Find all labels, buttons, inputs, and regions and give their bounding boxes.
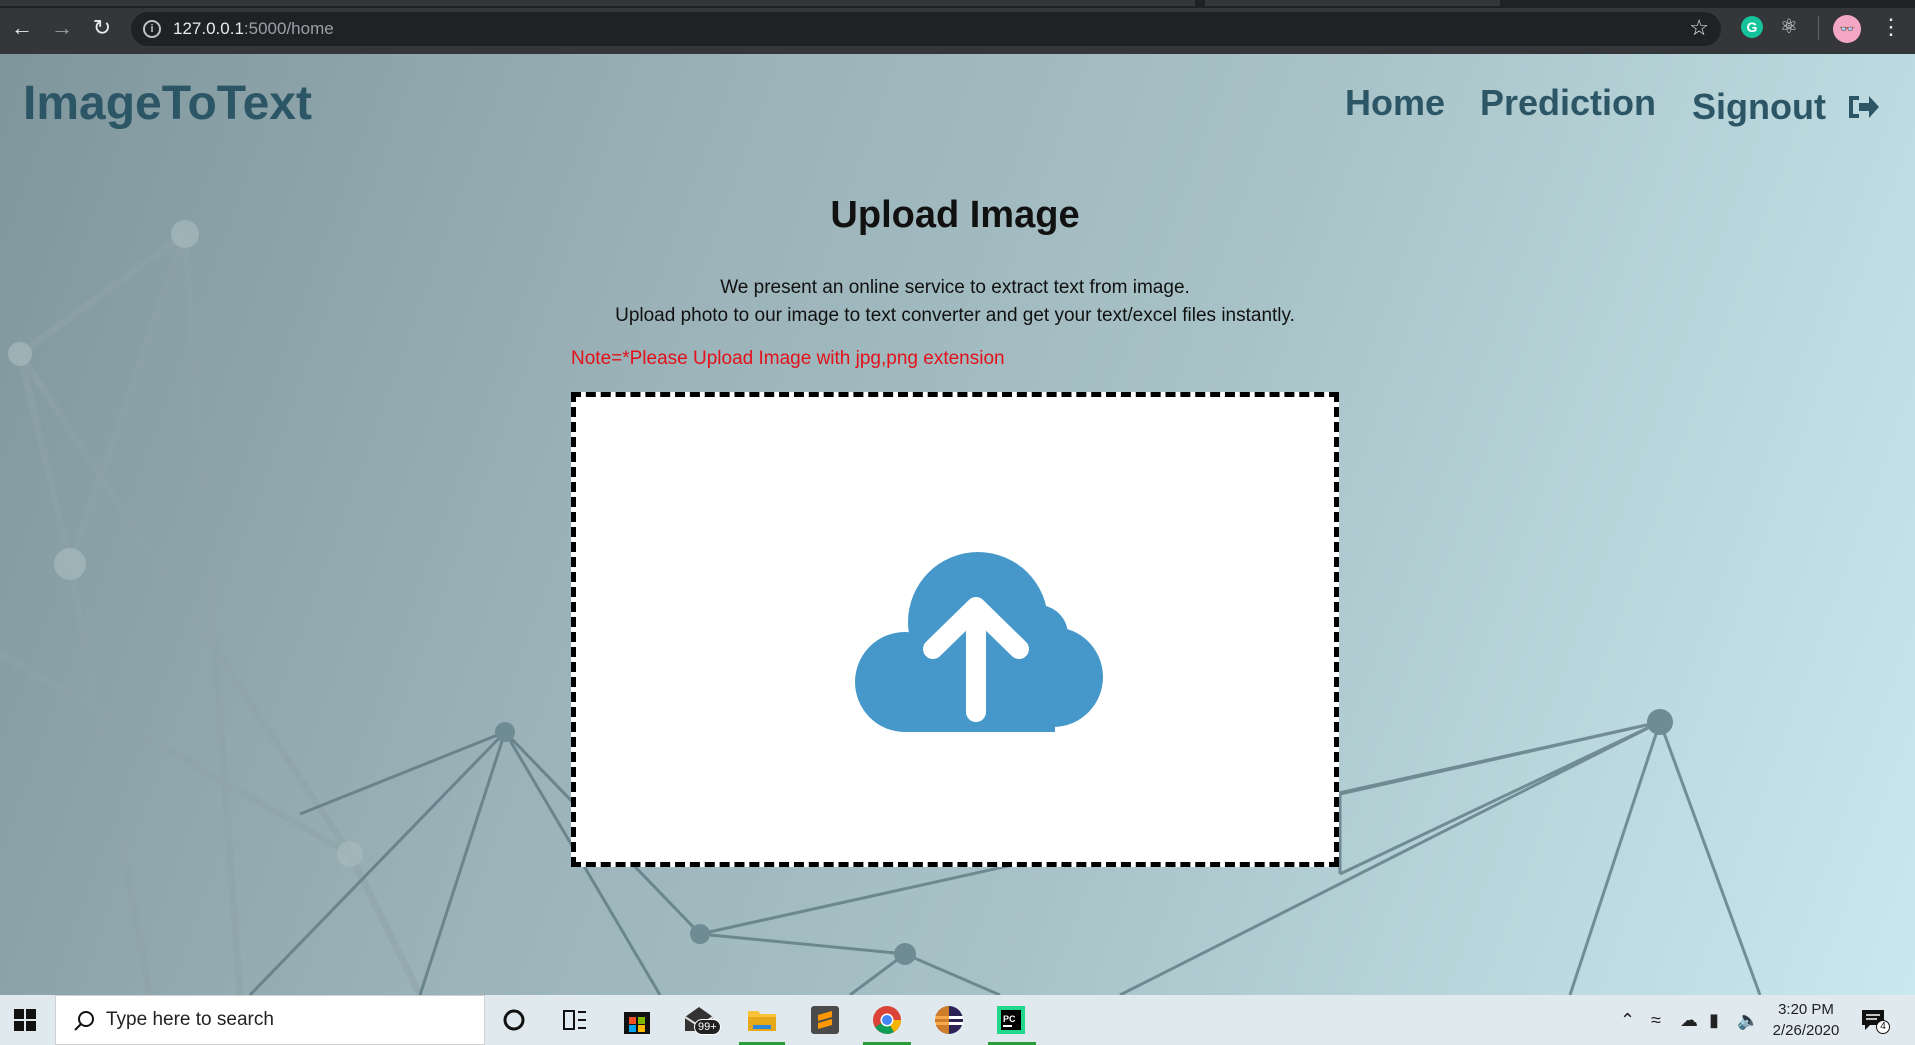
browser-chrome: ← → ↻ i 127.0.0.1:5000/home ☆ G ⚛ 👓 ⋮ xyxy=(0,0,1915,54)
nav-signout-link[interactable]: Signout xyxy=(1692,86,1880,128)
show-hidden-icons-chevron-icon[interactable]: ⌃ xyxy=(1620,1010,1635,1031)
sublime-text-icon[interactable] xyxy=(808,1003,842,1037)
file-explorer-icon[interactable] xyxy=(745,1003,779,1037)
signout-icon xyxy=(1848,96,1879,118)
brand-logo[interactable]: ImageToText xyxy=(23,76,312,131)
url-host: 127.0.0.1 xyxy=(173,19,244,38)
forward-icon[interactable]: → xyxy=(48,14,76,42)
url-text[interactable]: 127.0.0.1:5000/home xyxy=(173,19,334,39)
battery-icon[interactable]: ▮ xyxy=(1709,1010,1719,1031)
notification-count-badge: 4 xyxy=(1876,1020,1890,1034)
page-description: We present an online service to extract … xyxy=(0,274,1910,330)
mail-badge: 99+ xyxy=(694,1019,721,1035)
grammarly-extension-icon[interactable]: G xyxy=(1741,16,1763,38)
windows-start-icon[interactable] xyxy=(14,1009,36,1031)
image-upload-dropzone[interactable] xyxy=(571,392,1339,867)
description-line-1: We present an online service to extract … xyxy=(720,277,1190,298)
reload-icon[interactable]: ↻ xyxy=(88,14,116,42)
onedrive-cloud-icon[interactable]: ☁ xyxy=(1680,1010,1698,1031)
upload-note: Note=*Please Upload Image with jpg,png e… xyxy=(571,348,1005,369)
profile-avatar[interactable]: 👓 xyxy=(1833,15,1861,43)
react-devtools-extension-icon[interactable]: ⚛ xyxy=(1778,16,1800,38)
nav-home-link[interactable]: Home xyxy=(1345,82,1445,124)
cloud-upload-icon xyxy=(855,552,1103,732)
description-line-2: Upload photo to our image to text conver… xyxy=(615,305,1295,326)
action-center[interactable]: 4 xyxy=(1860,1007,1890,1034)
search-placeholder: Type here to search xyxy=(106,1009,274,1030)
windows-taskbar: Type here to search 99+ PC ⌃ ≈ ☁ ▮ 🔈 3:2… xyxy=(0,995,1915,1045)
microsoft-store-icon[interactable] xyxy=(620,1003,654,1037)
browser-menu-icon[interactable]: ⋮ xyxy=(1880,14,1902,40)
back-icon[interactable]: ← xyxy=(8,14,36,42)
chrome-icon[interactable] xyxy=(870,1003,904,1037)
address-bar[interactable]: i 127.0.0.1:5000/home ☆ xyxy=(131,12,1721,46)
system-clock[interactable]: 3:20 PM 2/26/2020 xyxy=(1760,999,1852,1041)
volume-icon[interactable]: 🔈 xyxy=(1737,1010,1759,1031)
search-icon xyxy=(74,1011,94,1031)
url-path: :5000/home xyxy=(243,19,334,38)
tab-active[interactable] xyxy=(0,0,1195,6)
pycharm-icon[interactable]: PC xyxy=(994,1003,1028,1037)
tab-inactive[interactable] xyxy=(1205,0,1500,6)
nav-prediction-link[interactable]: Prediction xyxy=(1480,82,1656,124)
toolbar-divider xyxy=(1818,16,1819,40)
clock-date: 2/26/2020 xyxy=(1772,1022,1840,1039)
site-info-icon[interactable]: i xyxy=(143,20,161,38)
svg-text:PC: PC xyxy=(1003,1014,1016,1024)
taskbar-search-box[interactable]: Type here to search xyxy=(55,995,485,1045)
eclipse-icon[interactable] xyxy=(932,1003,966,1037)
task-view-icon[interactable] xyxy=(558,1003,592,1037)
clock-time: 3:20 PM xyxy=(1778,1001,1834,1018)
page-content: ImageToText Home Prediction Signout Uplo… xyxy=(0,54,1915,995)
cortana-icon[interactable] xyxy=(497,1003,531,1037)
tab-strip xyxy=(0,0,1915,8)
network-icon[interactable]: ≈ xyxy=(1651,1010,1661,1031)
signout-label: Signout xyxy=(1692,86,1826,127)
bookmark-star-icon[interactable]: ☆ xyxy=(1689,15,1709,41)
page-title: Upload Image xyxy=(830,194,1080,236)
